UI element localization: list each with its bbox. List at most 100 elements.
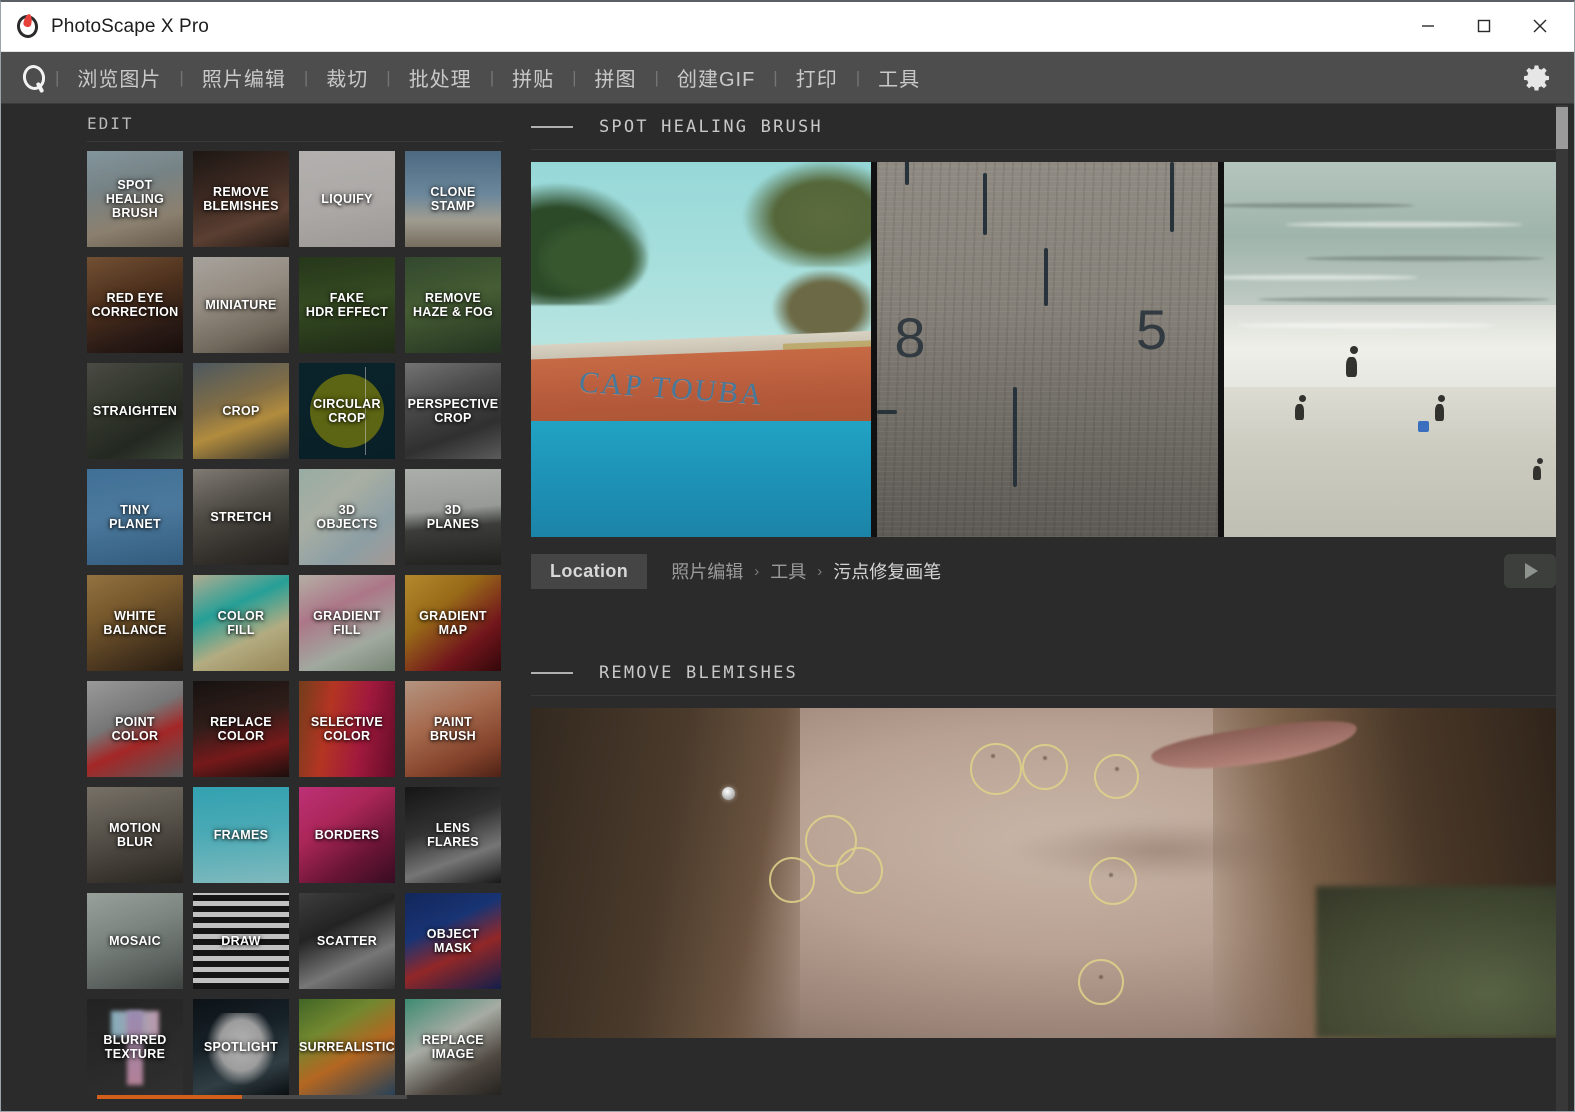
tool-tile-straighten[interactable]: STRAIGHTEN: [87, 363, 183, 459]
breadcrumb-item-2[interactable]: 工具: [768, 558, 808, 584]
tool-tile-blurred-texture[interactable]: BLURREDTEXTURE: [87, 999, 183, 1095]
menu-item-collage[interactable]: 拼贴: [496, 59, 570, 96]
tool-tile-gradient-map[interactable]: GRADIENTMAP: [405, 575, 501, 671]
tool-tile-object-mask[interactable]: OBJECTMASK: [405, 893, 501, 989]
tool-tile-frames[interactable]: FRAMES: [193, 787, 289, 883]
menu-item-editor[interactable]: 照片编辑: [186, 59, 302, 96]
tool-tile-surrealistic[interactable]: SURREALISTIC: [299, 999, 395, 1095]
tool-tile-draw[interactable]: DRAW: [193, 893, 289, 989]
section-dash-icon: [531, 672, 573, 674]
tool-tile-clone-stamp[interactable]: CLONESTAMP: [405, 151, 501, 247]
sidebar-scrollbar-thumb[interactable]: [97, 1095, 242, 1099]
preview-panel: SPOT HEALING BRUSH CAP TOUBA: [521, 105, 1574, 1111]
tool-tile-mosaic[interactable]: MOSAIC: [87, 893, 183, 989]
blemish-marker[interactable]: [769, 857, 815, 903]
menu-item-cutout[interactable]: 裁切: [310, 59, 384, 96]
tool-tile-label: CROP: [219, 404, 262, 418]
tool-tile-label: SPOTHEALINGBRUSH: [103, 178, 167, 220]
section-header-spot-healing-brush: SPOT HEALING BRUSH: [521, 105, 1574, 149]
tool-tile-tiny-planet[interactable]: TINYPLANET: [87, 469, 183, 565]
menu-item-batch[interactable]: 批处理: [393, 59, 488, 96]
menu-item-print[interactable]: 打印: [780, 59, 854, 96]
tool-tile-red-eye-correction[interactable]: RED EYECORRECTION: [87, 257, 183, 353]
hero-image-strip: CAP TOUBA 8 5: [531, 162, 1564, 537]
section-title: SPOT HEALING BRUSH: [599, 117, 823, 137]
gear-icon[interactable]: [1520, 61, 1554, 95]
preview-scrollbar-thumb[interactable]: [1556, 107, 1568, 149]
app-window: PhotoScape X Pro | 浏览图片 | 照片编辑 | 裁切 | 批处…: [0, 0, 1575, 1112]
tool-tile-crop[interactable]: CROP: [193, 363, 289, 459]
play-video-icon[interactable]: [1504, 554, 1556, 588]
tool-tile-spotlight[interactable]: SPOTLIGHT: [193, 999, 289, 1095]
tool-tile-perspective-crop[interactable]: PERSPECTIVECROP: [405, 363, 501, 459]
breadcrumb-separator-icon: ›: [745, 563, 768, 580]
blemish-marker[interactable]: [836, 847, 883, 894]
concrete-wall-photo[interactable]: 8 5: [877, 162, 1217, 537]
tool-tile-label: REMOVEBLEMISHES: [200, 185, 282, 213]
tool-tile-remove-haze-and-fog[interactable]: REMOVEHAZE & FOG: [405, 257, 501, 353]
blemish-marker[interactable]: [970, 743, 1022, 795]
blemish-marker[interactable]: [1094, 754, 1139, 799]
tool-tile-label: TINYPLANET: [106, 503, 164, 531]
tool-tile-3d-objects[interactable]: 3DOBJECTS: [299, 469, 395, 565]
tool-tile-circular-crop[interactable]: CIRCULARCROP: [299, 363, 395, 459]
blemish-marker[interactable]: [1078, 959, 1124, 1005]
section-rule: [531, 149, 1562, 150]
tool-tile-label: FRAMES: [211, 828, 272, 842]
tool-tile-replace-color[interactable]: REPLACECOLOR: [193, 681, 289, 777]
tool-tile-paint-brush[interactable]: PAINTBRUSH: [405, 681, 501, 777]
tool-tile-stretch[interactable]: STRETCH: [193, 469, 289, 565]
tool-tile-scatter[interactable]: SCATTER: [299, 893, 395, 989]
tool-tile-3d-planes[interactable]: 3DPLANES: [405, 469, 501, 565]
window-title: PhotoScape X Pro: [51, 16, 209, 38]
tool-tile-label: PAINTBRUSH: [427, 715, 479, 743]
tool-tile-label: BLURREDTEXTURE: [100, 1033, 169, 1061]
breadcrumb: 照片编辑 › 工具 › 污点修复画笔: [669, 558, 943, 584]
photoscape-logo-icon: [15, 14, 41, 40]
section-header-remove-blemishes: REMOVE BLEMISHES: [521, 651, 1574, 695]
tool-tile-selective-color[interactable]: SELECTIVECOLOR: [299, 681, 395, 777]
tool-tile-spot-healing-brush[interactable]: SPOTHEALINGBRUSH: [87, 151, 183, 247]
section-dash-icon: [531, 126, 573, 128]
tool-tile-label: SELECTIVECOLOR: [308, 715, 386, 743]
blemish-marker[interactable]: [1022, 744, 1068, 790]
tool-tile-gradient-fill[interactable]: GRADIENTFILL: [299, 575, 395, 671]
blemish-removal-photo[interactable]: [531, 708, 1564, 1038]
tool-tile-label: GRADIENTMAP: [416, 609, 490, 637]
tool-tile-label: CIRCULARCROP: [310, 397, 384, 425]
photoscape-home-icon[interactable]: [21, 63, 49, 93]
minimize-button[interactable]: [1400, 2, 1456, 50]
tool-tile-label: CLONESTAMP: [427, 185, 478, 213]
maximize-button[interactable]: [1456, 2, 1512, 50]
tool-tile-point-color[interactable]: POINTCOLOR: [87, 681, 183, 777]
tool-tile-remove-blemishes[interactable]: REMOVEBLEMISHES: [193, 151, 289, 247]
menu-item-tools[interactable]: 工具: [862, 59, 936, 96]
tool-tile-label: SURREALISTIC: [299, 1040, 395, 1054]
menu-bar: | 浏览图片 | 照片编辑 | 裁切 | 批处理 | 拼贴 | 拼图 | 创建G…: [1, 52, 1574, 104]
pool-wall-photo[interactable]: CAP TOUBA: [531, 162, 871, 537]
breadcrumb-item-3[interactable]: 污点修复画笔: [831, 558, 943, 584]
tool-tile-borders[interactable]: BORDERS: [299, 787, 395, 883]
tool-tile-fake-hdr-effect[interactable]: FAKEHDR EFFECT: [299, 257, 395, 353]
menu-separator: |: [854, 68, 862, 88]
menu-separator: |: [177, 68, 185, 88]
sidebar-scrollbar[interactable]: [97, 1095, 407, 1099]
tool-tile-lens-flares[interactable]: LENSFLARES: [405, 787, 501, 883]
tool-tile-liquify[interactable]: LIQUIFY: [299, 151, 395, 247]
blemish-marker[interactable]: [1089, 857, 1137, 905]
beach-photo[interactable]: [1224, 162, 1564, 537]
tool-tile-label: MOSAIC: [106, 934, 164, 948]
tool-tile-replace-image[interactable]: REPLACEIMAGE: [405, 999, 501, 1095]
close-button[interactable]: [1512, 2, 1568, 50]
tool-tile-miniature[interactable]: MINIATURE: [193, 257, 289, 353]
breadcrumb-item-1[interactable]: 照片编辑: [669, 558, 745, 584]
preview-scrollbar[interactable]: [1556, 105, 1568, 1111]
sidebar-divider: [87, 141, 503, 142]
tool-tile-motion-blur[interactable]: MOTIONBLUR: [87, 787, 183, 883]
menu-item-browse[interactable]: 浏览图片: [61, 59, 177, 96]
tool-tile-label: BORDERS: [312, 828, 383, 842]
menu-item-create-gif[interactable]: 创建GIF: [661, 59, 771, 96]
menu-item-combine[interactable]: 拼图: [579, 59, 653, 96]
tool-tile-white-balance[interactable]: WHITEBALANCE: [87, 575, 183, 671]
tool-tile-color-fill[interactable]: COLORFILL: [193, 575, 289, 671]
